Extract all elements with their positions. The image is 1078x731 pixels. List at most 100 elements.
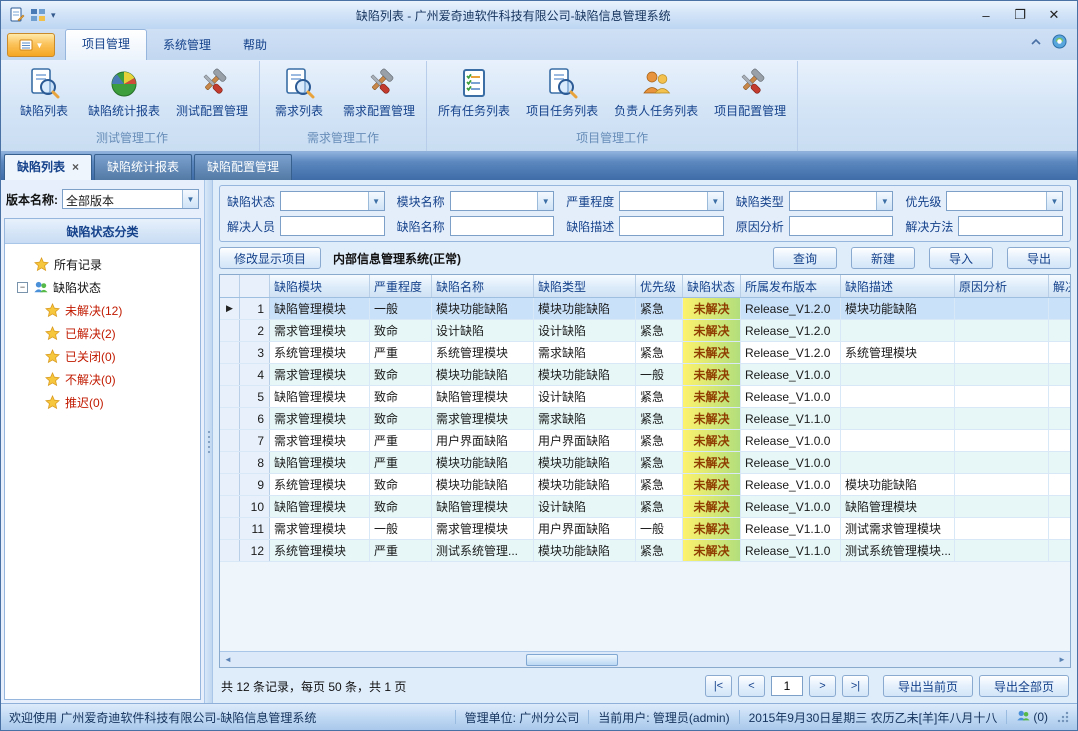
filter-combo[interactable]: ▼ — [789, 191, 894, 211]
doc-tab[interactable]: 缺陷配置管理 — [194, 154, 292, 180]
filter-input[interactable] — [450, 216, 555, 236]
quick-access-grid-icon[interactable] — [30, 7, 46, 23]
horizontal-scrollbar[interactable]: ◄ ► — [220, 651, 1070, 667]
grid-column-header[interactable]: 严重程度 — [370, 275, 432, 297]
ribbon-button[interactable]: 缺陷列表 — [8, 61, 80, 121]
ribbon-button[interactable]: 需求列表 — [263, 61, 335, 121]
grid-cell — [955, 408, 1049, 429]
status-cell: 未解决 — [683, 474, 741, 495]
chevron-down-icon[interactable]: ▼ — [182, 190, 198, 208]
help-icon[interactable] — [1052, 34, 1067, 52]
status-cell: 未解决 — [683, 540, 741, 561]
tree-item[interactable]: 推迟(0) — [9, 391, 196, 414]
chevron-down-icon[interactable]: ▼ — [1046, 192, 1062, 210]
filter-combo[interactable]: ▼ — [619, 191, 724, 211]
tree-item[interactable]: −缺陷状态 — [9, 276, 196, 299]
chevron-down-icon[interactable]: ▼ — [368, 192, 384, 210]
resize-grip[interactable] — [1057, 711, 1069, 723]
table-row[interactable]: 8缺陷管理模块严重模块功能缺陷模块功能缺陷紧急未解决Release_V1.0.0 — [220, 452, 1070, 474]
page-number-input[interactable] — [771, 676, 803, 696]
table-row[interactable]: 11需求管理模块一般需求管理模块用户界面缺陷一般未解决Release_V1.1.… — [220, 518, 1070, 540]
filter-input[interactable] — [789, 216, 894, 236]
tree-item[interactable]: 已解决(2) — [9, 322, 196, 345]
ribbon-button[interactable]: 缺陷统计报表 — [80, 61, 168, 121]
close-button[interactable]: ✕ — [1039, 5, 1069, 25]
date-label: 2015年9月30日星期三 农历乙未[羊]年八月十八 — [749, 709, 998, 726]
doc-tab[interactable]: 缺陷统计报表 — [94, 154, 192, 180]
import-button[interactable]: 导入 — [929, 247, 993, 269]
prev-page-button[interactable]: < — [738, 675, 765, 697]
ribbon-tab[interactable]: 系统管理 — [147, 31, 227, 60]
collapse-ribbon-icon[interactable] — [1029, 35, 1043, 52]
modify-columns-button[interactable]: 修改显示项目 — [219, 247, 321, 269]
grid-column-header[interactable]: 缺陷模块 — [270, 275, 370, 297]
grid-column-header[interactable]: 缺陷类型 — [534, 275, 636, 297]
filter-input[interactable] — [619, 216, 724, 236]
ribbon-button[interactable]: 所有任务列表 — [430, 61, 518, 121]
table-row[interactable]: 2需求管理模块致命设计缺陷设计缺陷紧急未解决Release_V1.2.0 — [220, 320, 1070, 342]
table-row[interactable]: 5缺陷管理模块致命缺陷管理模块设计缺陷紧急未解决Release_V1.0.0 — [220, 386, 1070, 408]
chevron-down-icon[interactable]: ▼ — [707, 192, 723, 210]
grid-column-header[interactable]: 解决方法 — [1049, 275, 1070, 297]
maximize-button[interactable]: ❐ — [1005, 5, 1035, 25]
ribbon-body: 缺陷列表缺陷统计报表测试配置管理测试管理工作需求列表需求配置管理需求管理工作所有… — [1, 60, 1077, 152]
ribbon-tab[interactable]: 帮助 — [227, 31, 283, 60]
version-combo[interactable]: 全部版本 ▼ — [62, 189, 199, 209]
grid-column-header[interactable]: 缺陷描述 — [841, 275, 955, 297]
close-tab-icon[interactable]: × — [72, 161, 79, 173]
minimize-button[interactable]: – — [971, 5, 1001, 25]
new-button[interactable]: 新建 — [851, 247, 915, 269]
grid-cell — [955, 452, 1049, 473]
filter-combo[interactable]: ▼ — [280, 191, 385, 211]
row-indicator — [220, 364, 240, 385]
tree-item[interactable]: 未解决(12) — [9, 299, 196, 322]
scroll-right-icon[interactable]: ► — [1054, 652, 1070, 667]
next-page-button[interactable]: > — [809, 675, 836, 697]
table-row[interactable]: ▶1缺陷管理模块一般模块功能缺陷模块功能缺陷紧急未解决Release_V1.2.… — [220, 298, 1070, 320]
table-row[interactable]: 9系统管理模块致命模块功能缺陷模块功能缺陷紧急未解决Release_V1.0.0… — [220, 474, 1070, 496]
table-row[interactable]: 6需求管理模块致命需求管理模块需求缺陷紧急未解决Release_V1.1.0 — [220, 408, 1070, 430]
tree-item[interactable]: 已关闭(0) — [9, 345, 196, 368]
table-row[interactable]: 7需求管理模块严重用户界面缺陷用户界面缺陷紧急未解决Release_V1.0.0 — [220, 430, 1070, 452]
last-page-button[interactable]: >| — [842, 675, 869, 697]
tree-item[interactable]: 不解决(0) — [9, 368, 196, 391]
row-indicator — [220, 496, 240, 517]
filter-input[interactable] — [958, 216, 1063, 236]
grid-column-header[interactable]: 原因分析 — [955, 275, 1049, 297]
filter-combo[interactable]: ▼ — [450, 191, 555, 211]
ribbon-button[interactable]: 项目任务列表 — [518, 61, 606, 121]
filter-combo[interactable]: ▼ — [946, 191, 1063, 211]
export-all-pages-button[interactable]: 导出全部页 — [979, 675, 1069, 697]
application-menu-button[interactable]: ▼ — [7, 33, 55, 57]
grid-rownumber-header — [240, 275, 270, 297]
grid-column-header[interactable]: 缺陷状态 — [683, 275, 741, 297]
ribbon-button[interactable]: 项目配置管理 — [706, 61, 794, 121]
ribbon-button[interactable]: 需求配置管理 — [335, 61, 423, 121]
table-row[interactable]: 3系统管理模块严重系统管理模块需求缺陷紧急未解决Release_V1.2.0系统… — [220, 342, 1070, 364]
table-row[interactable]: 10缺陷管理模块致命缺陷管理模块设计缺陷紧急未解决Release_V1.0.0缺… — [220, 496, 1070, 518]
ribbon-tab[interactable]: 项目管理 — [65, 29, 147, 60]
grid-cell: 需求管理模块 — [270, 518, 370, 539]
grid-column-header[interactable]: 缺陷名称 — [432, 275, 534, 297]
scroll-left-icon[interactable]: ◄ — [220, 652, 236, 667]
first-page-button[interactable]: |< — [705, 675, 732, 697]
ribbon-button[interactable]: 负责人任务列表 — [606, 61, 706, 121]
query-button[interactable]: 查询 — [773, 247, 837, 269]
filter-input[interactable] — [280, 216, 385, 236]
grid-cell: 致命 — [370, 386, 432, 407]
table-row[interactable]: 12系统管理模块严重测试系统管理...模块功能缺陷紧急未解决Release_V1… — [220, 540, 1070, 562]
export-button[interactable]: 导出 — [1007, 247, 1071, 269]
collapse-icon[interactable]: − — [17, 282, 28, 293]
export-current-page-button[interactable]: 导出当前页 — [883, 675, 973, 697]
tree-item[interactable]: 所有记录 — [9, 253, 196, 276]
scrollbar-thumb[interactable] — [526, 654, 618, 666]
chevron-down-icon[interactable]: ▼ — [876, 192, 892, 210]
sidebar-splitter[interactable] — [204, 180, 213, 703]
doc-tab[interactable]: 缺陷列表× — [4, 154, 92, 180]
grid-column-header[interactable]: 优先级 — [636, 275, 683, 297]
filter-label: 缺陷类型 — [736, 193, 784, 210]
table-row[interactable]: 4需求管理模块致命模块功能缺陷模块功能缺陷一般未解决Release_V1.0.0 — [220, 364, 1070, 386]
ribbon-button[interactable]: 测试配置管理 — [168, 61, 256, 121]
chevron-down-icon[interactable]: ▼ — [537, 192, 553, 210]
grid-column-header[interactable]: 所属发布版本 — [741, 275, 841, 297]
